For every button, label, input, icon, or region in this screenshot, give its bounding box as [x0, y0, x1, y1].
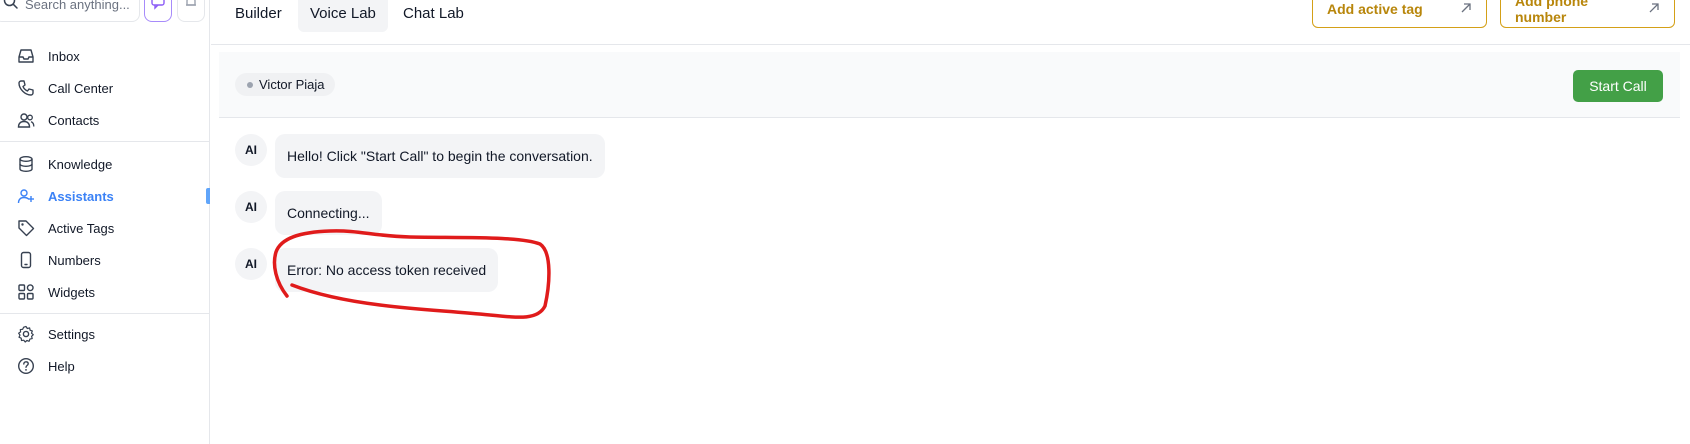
search-input[interactable]: Search anything... — [0, 0, 140, 22]
database-icon — [16, 154, 36, 174]
avatar: AI — [235, 248, 267, 280]
sidebar-item-inbox[interactable]: Inbox — [0, 40, 210, 72]
topbar: Builder Voice Lab Chat Lab Add active ta… — [211, 0, 1690, 45]
avatar: AI — [235, 134, 267, 166]
search-icon — [3, 0, 19, 15]
sidebar-item-knowledge[interactable]: Knowledge — [0, 148, 210, 180]
sidebar-item-call-center[interactable]: Call Center — [0, 72, 210, 104]
chat-mode-button[interactable] — [144, 0, 172, 22]
sidebar-item-label: Assistants — [48, 188, 114, 204]
sidebar-item-contacts[interactable]: Contacts — [0, 104, 210, 136]
sidebar-item-label: Settings — [48, 326, 95, 342]
bell-icon — [183, 0, 199, 15]
inbox-icon — [16, 46, 36, 66]
help-icon — [16, 356, 36, 376]
status-dot — [247, 81, 253, 88]
tab-label: Voice Lab — [310, 4, 376, 22]
sidebar-item-settings[interactable]: Settings — [0, 318, 210, 350]
nav-group-ai: Knowledge Assistants Active Tags Numbers… — [0, 148, 210, 308]
sidebar-item-label: Call Center — [48, 80, 114, 96]
external-link-icon — [1460, 1, 1472, 17]
sidebar-item-label: Active Tags — [48, 220, 115, 236]
message-row: AI Error: No access token received — [235, 248, 499, 292]
start-call-button[interactable]: Start Call — [1573, 70, 1663, 102]
tab-builder[interactable]: Builder — [223, 0, 294, 32]
search-placeholder: Search anything... — [25, 0, 130, 12]
tab-voice-lab[interactable]: Voice Lab — [298, 0, 388, 32]
tab-label: Chat Lab — [403, 4, 464, 22]
add-phone-number-label: Add phone number — [1515, 0, 1589, 25]
external-link-icon — [1648, 1, 1660, 17]
sidebar-divider — [0, 141, 210, 142]
sidebar-item-label: Contacts — [48, 112, 100, 128]
sidebar-item-assistants[interactable]: Assistants — [0, 180, 210, 212]
smartphone-icon — [16, 250, 36, 270]
sidebar: Search anything... Inbox Call Center Con… — [0, 0, 210, 444]
sidebar-item-label: Help — [48, 358, 75, 374]
search-row: Search anything... — [0, 0, 210, 24]
add-phone-number-button[interactable]: Add phone number — [1500, 0, 1675, 28]
phone-icon — [16, 78, 36, 98]
nav-group-main: Inbox Call Center Contacts — [0, 40, 210, 136]
sidebar-item-active-tags[interactable]: Active Tags — [0, 212, 210, 244]
notifications-button[interactable] — [177, 0, 205, 22]
nav-group-footer: Settings Help — [0, 318, 210, 382]
sidebar-item-help[interactable]: Help — [0, 350, 210, 382]
sidebar-item-widgets[interactable]: Widgets — [0, 276, 210, 308]
chat-bubble-icon — [150, 0, 166, 15]
message-bubble: Connecting... — [275, 191, 382, 235]
active-indicator — [206, 188, 210, 204]
add-active-tag-button[interactable]: Add active tag — [1312, 0, 1487, 28]
sidebar-item-label: Knowledge — [48, 156, 113, 172]
message-bubble: Hello! Click "Start Call" to begin the c… — [275, 134, 605, 178]
contact-name: Victor Piaja — [259, 77, 325, 92]
voice-lab-panel: Victor Piaja Start Call AI Hello! Click … — [219, 52, 1680, 444]
message-row: AI Connecting... — [235, 191, 382, 235]
sidebar-item-label: Widgets — [48, 284, 95, 300]
contact-chip[interactable]: Victor Piaja — [235, 73, 335, 96]
sidebar-divider — [0, 313, 210, 314]
sidebar-item-numbers[interactable]: Numbers — [0, 244, 210, 276]
error-message-bubble: Error: No access token received — [275, 248, 499, 292]
sidebar-item-label: Numbers — [48, 252, 101, 268]
app-window: Search anything... Inbox Call Center Con… — [0, 0, 1690, 444]
avatar: AI — [235, 191, 267, 223]
gear-icon — [16, 324, 36, 344]
message-row: AI Hello! Click "Start Call" to begin th… — [235, 134, 605, 178]
call-header: Victor Piaja Start Call — [219, 52, 1680, 118]
sidebar-item-label: Inbox — [48, 48, 80, 64]
widgets-icon — [16, 282, 36, 302]
add-active-tag-label: Add active tag — [1327, 1, 1423, 17]
user-plus-icon — [16, 186, 36, 206]
tab-label: Builder — [235, 4, 282, 22]
tag-icon — [16, 218, 36, 238]
tab-chat-lab[interactable]: Chat Lab — [391, 0, 476, 32]
users-icon — [16, 110, 36, 130]
